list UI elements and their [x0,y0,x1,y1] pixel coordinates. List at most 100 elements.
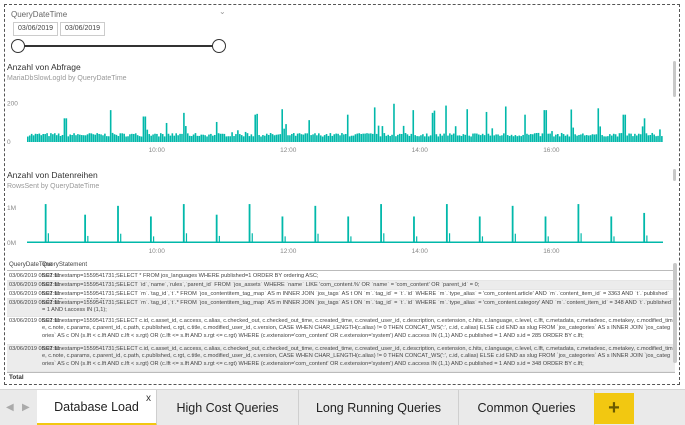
bar[interactable] [370,133,372,142]
bar[interactable] [380,204,382,243]
bar[interactable] [265,133,268,142]
bar[interactable] [544,216,547,243]
bar[interactable] [593,134,596,142]
bar[interactable] [317,233,319,243]
bar[interactable] [262,135,264,142]
bar[interactable] [87,235,89,243]
bar[interactable] [646,235,648,243]
slider-start-handle[interactable] [11,39,25,53]
bar[interactable] [80,135,83,142]
bar[interactable] [65,118,68,142]
bar[interactable] [300,134,303,142]
bar[interactable] [59,135,62,142]
bar[interactable] [181,133,183,142]
bar[interactable] [420,135,422,142]
bar[interactable] [514,135,517,142]
bar[interactable] [125,136,127,142]
bar[interactable] [233,136,235,142]
bar[interactable] [566,134,569,142]
bar[interactable] [558,136,561,142]
bar[interactable] [504,106,507,142]
bar[interactable] [229,136,231,142]
bar[interactable] [345,133,347,142]
bar[interactable] [250,134,253,142]
bar[interactable] [200,134,203,142]
bar[interactable] [213,134,216,142]
bar[interactable] [639,134,642,142]
table-row[interactable]: 03/06/2019 08:02:11 SET timestamp=155954… [7,345,675,372]
bar[interactable] [597,108,600,142]
bar[interactable] [626,135,628,142]
bar[interactable] [294,135,297,142]
bar[interactable] [555,134,557,142]
bar[interactable] [443,133,445,142]
bar[interactable] [302,134,305,142]
bar[interactable] [251,233,253,243]
bar[interactable] [603,136,605,142]
bar[interactable] [188,135,191,142]
tab-common-queries[interactable]: Common Queries [459,390,595,425]
bar[interactable] [522,134,524,142]
bar[interactable] [632,136,634,142]
bar[interactable] [312,134,314,142]
bar[interactable] [458,135,461,142]
scroll-left-icon[interactable]: ◀ [6,402,14,413]
bar[interactable] [158,136,160,142]
chart2-scrollbar[interactable] [673,169,676,181]
table-row[interactable]: 03/06/2019 08:02:11 SET timestamp=155954… [7,317,675,345]
bar[interactable] [389,136,391,142]
bar[interactable] [418,136,420,142]
bar[interactable] [578,134,580,142]
bar[interactable] [306,133,309,142]
bar[interactable] [310,135,312,142]
bar[interactable] [48,136,50,142]
bar[interactable] [379,136,382,142]
bar[interactable] [75,135,77,142]
scroll-right-icon[interactable]: ▶ [22,402,30,413]
bar[interactable] [215,121,218,142]
bar[interactable] [466,109,469,142]
bar[interactable] [106,136,108,142]
bar[interactable] [219,133,222,142]
bar[interactable] [431,112,434,142]
bar[interactable] [375,133,378,142]
bar[interactable] [547,133,549,142]
bar[interactable] [321,136,324,142]
bar[interactable] [391,134,393,142]
bar[interactable] [285,124,287,142]
bar[interactable] [281,109,283,142]
bar[interactable] [591,134,594,142]
date-range-slicer[interactable]: QueryDateTime ⌄ 03/06/2019 03/06/2019 [9,7,239,61]
bar[interactable] [373,107,376,142]
bar[interactable] [485,111,488,142]
bar[interactable] [167,133,170,142]
bar[interactable] [256,113,258,142]
bar[interactable] [339,135,341,142]
bar[interactable] [424,136,426,142]
bar[interactable] [350,236,352,243]
bar[interactable] [535,133,538,142]
bar[interactable] [159,133,162,142]
bar[interactable] [102,135,104,142]
bar[interactable] [464,134,467,142]
bar[interactable] [287,135,289,142]
bar[interactable] [242,136,245,142]
bar[interactable] [595,134,598,142]
bar[interactable] [398,133,401,142]
table-scrollbar[interactable] [673,263,677,363]
bar[interactable] [574,134,576,142]
bar[interactable] [171,133,174,142]
bar[interactable] [495,134,497,142]
bar[interactable] [412,110,415,142]
bar[interactable] [653,134,655,142]
bar[interactable] [100,134,102,142]
bar[interactable] [441,135,443,142]
bar[interactable] [381,126,384,142]
bar[interactable] [508,135,511,142]
bar[interactable] [383,133,386,142]
bar[interactable] [582,133,584,142]
bar[interactable] [402,125,405,142]
bar[interactable] [580,134,582,142]
bar[interactable] [225,136,228,142]
bar[interactable] [271,134,274,142]
